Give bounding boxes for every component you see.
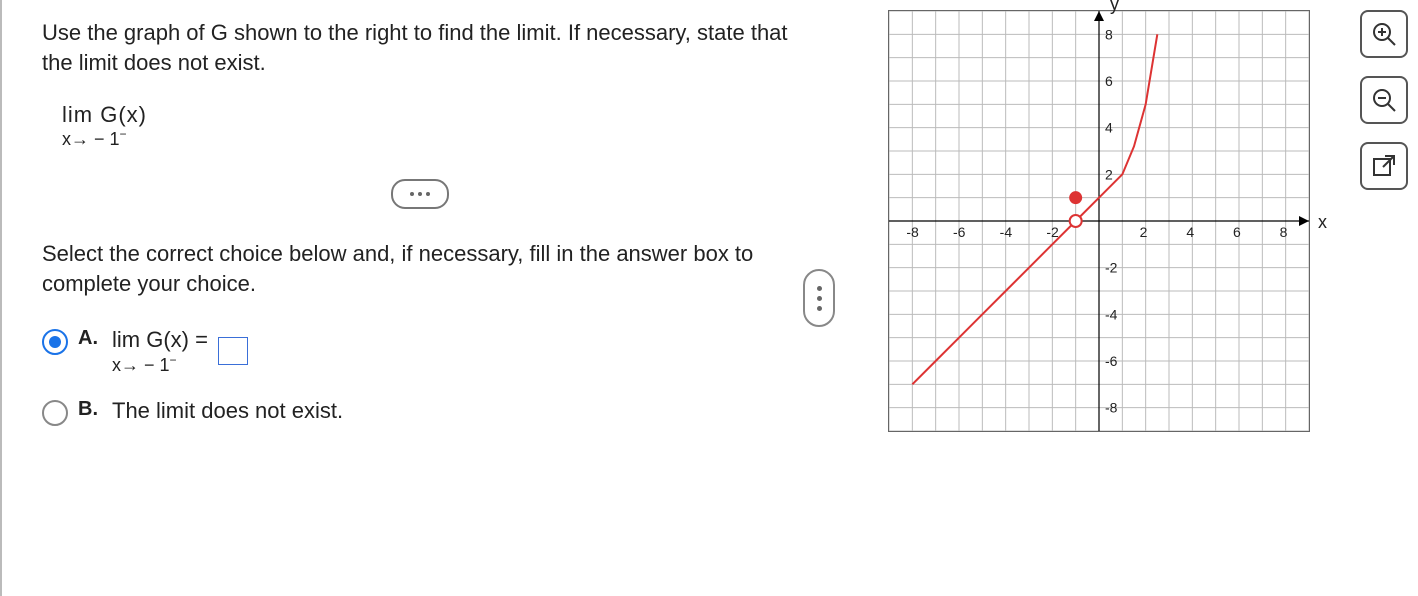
zoom-in-button[interactable]: [1360, 10, 1408, 58]
choice-B-text: The limit does not exist.: [112, 398, 343, 424]
zoom-out-button[interactable]: [1360, 76, 1408, 124]
question-panel: Use the graph of G shown to the right to…: [0, 0, 818, 596]
choice-B[interactable]: B. The limit does not exist.: [42, 398, 798, 426]
graph-tools: [1360, 10, 1408, 190]
radio-A[interactable]: [42, 329, 68, 355]
graph-container: -8-6-4-22468-8-6-4-22468 x y: [888, 10, 1310, 438]
svg-text:-6: -6: [1105, 353, 1118, 369]
svg-text:6: 6: [1105, 73, 1113, 89]
answer-input-A[interactable]: [218, 337, 248, 365]
svg-text:4: 4: [1186, 224, 1194, 240]
svg-text:-6: -6: [953, 224, 966, 240]
choice-B-letter: B.: [78, 398, 98, 421]
y-axis-label: y: [1110, 0, 1119, 15]
graph-panel: -8 -6 -4 -2 2 4 6 8 -8 -6 -4 -2 2 4 6 8 x y: [818, 0, 1418, 596]
zoom-out-icon: [1371, 87, 1397, 113]
svg-text:2: 2: [1105, 166, 1113, 182]
external-link-icon: [1371, 153, 1397, 179]
svg-text:-2: -2: [1105, 260, 1118, 276]
choice-A[interactable]: A. lim G(x) = x→ − 1−: [42, 327, 798, 376]
answer-instruction: Select the correct choice below and, if …: [42, 239, 798, 298]
svg-text:-2: -2: [1046, 224, 1059, 240]
choice-A-body: lim G(x) = x→ − 1−: [112, 327, 248, 376]
svg-text:-8: -8: [906, 224, 919, 240]
svg-text:-8: -8: [1105, 400, 1118, 416]
graph-of-G[interactable]: -8 -6 -4 -2 2 4 6 8 -8 -6 -4 -2 2 4 6 8: [888, 10, 1310, 432]
open-new-window-button[interactable]: [1360, 142, 1408, 190]
svg-text:8: 8: [1280, 224, 1288, 240]
more-options-button[interactable]: [391, 179, 449, 209]
svg-text:6: 6: [1233, 224, 1241, 240]
zoom-in-icon: [1371, 21, 1397, 47]
svg-text:8: 8: [1105, 26, 1113, 42]
limit-expression: lim G(x) x→ − 1−: [62, 103, 798, 149]
question-intro: Use the graph of G shown to the right to…: [42, 18, 798, 77]
limit-top: lim G(x): [62, 103, 798, 127]
svg-text:-4: -4: [1000, 224, 1013, 240]
choice-A-letter: A.: [78, 327, 98, 350]
svg-text:4: 4: [1105, 120, 1113, 136]
svg-text:2: 2: [1140, 224, 1148, 240]
svg-text:-4: -4: [1105, 306, 1118, 322]
radio-B[interactable]: [42, 400, 68, 426]
limit-bottom: x→ − 1−: [62, 128, 798, 150]
x-axis-label: x: [1318, 212, 1327, 233]
